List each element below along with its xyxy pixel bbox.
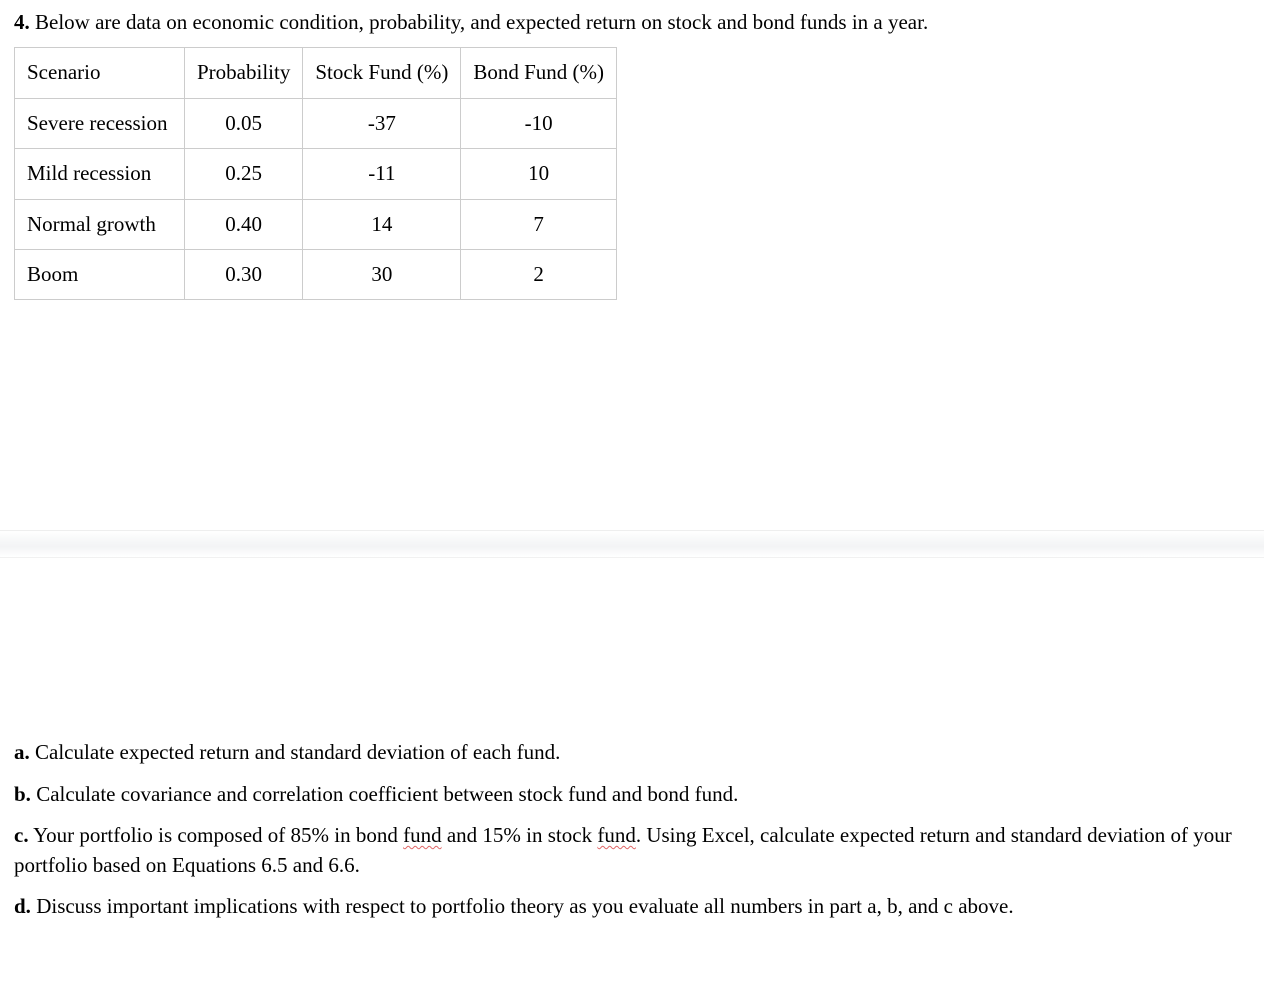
- scenario-table: Scenario Probability Stock Fund (%) Bond…: [14, 47, 617, 300]
- cell-bond: 7: [461, 199, 617, 249]
- spacer: [14, 558, 1250, 738]
- question-a: a. Calculate expected return and standar…: [14, 738, 1250, 767]
- question-intro: 4. Below are data on economic condition,…: [14, 8, 1250, 37]
- cell-scenario: Severe recession: [15, 98, 185, 148]
- header-stock-fund: Stock Fund (%): [303, 48, 461, 98]
- cell-bond: -10: [461, 98, 617, 148]
- question-text-segment: Your portfolio is composed of 85% in bon…: [33, 823, 403, 847]
- question-c: c. Your portfolio is composed of 85% in …: [14, 821, 1250, 880]
- cell-prob: 0.05: [185, 98, 303, 148]
- table-row: Severe recession 0.05 -37 -10: [15, 98, 617, 148]
- cell-prob: 0.40: [185, 199, 303, 249]
- sub-questions: a. Calculate expected return and standar…: [14, 738, 1250, 921]
- spellcheck-underline: fund: [403, 823, 442, 847]
- question-label: a.: [14, 740, 30, 764]
- cell-scenario: Mild recession: [15, 149, 185, 199]
- table-row: Normal growth 0.40 14 7: [15, 199, 617, 249]
- cell-bond: 2: [461, 249, 617, 299]
- question-text-segment: and 15% in stock: [442, 823, 598, 847]
- header-scenario: Scenario: [15, 48, 185, 98]
- question-d: d. Discuss important implications with r…: [14, 892, 1250, 921]
- cell-stock: -37: [303, 98, 461, 148]
- cell-stock: -11: [303, 149, 461, 199]
- question-text: Calculate expected return and standard d…: [35, 740, 560, 764]
- question-label: b.: [14, 782, 31, 806]
- cell-stock: 30: [303, 249, 461, 299]
- cell-bond: 10: [461, 149, 617, 199]
- question-label: d.: [14, 894, 31, 918]
- question-label: c.: [14, 823, 29, 847]
- cell-scenario: Normal growth: [15, 199, 185, 249]
- header-probability: Probability: [185, 48, 303, 98]
- cell-stock: 14: [303, 199, 461, 249]
- question-b: b. Calculate covariance and correlation …: [14, 780, 1250, 809]
- question-intro-text: Below are data on economic condition, pr…: [35, 10, 928, 34]
- question-text: Discuss important implications with resp…: [36, 894, 1013, 918]
- table-row: Mild recession 0.25 -11 10: [15, 149, 617, 199]
- spacer: [14, 320, 1250, 530]
- table-header-row: Scenario Probability Stock Fund (%) Bond…: [15, 48, 617, 98]
- cell-prob: 0.30: [185, 249, 303, 299]
- question-text: Calculate covariance and correlation coe…: [36, 782, 738, 806]
- cell-prob: 0.25: [185, 149, 303, 199]
- question-number: 4.: [14, 10, 30, 34]
- section-divider: [0, 530, 1264, 558]
- spellcheck-underline: fund: [597, 823, 636, 847]
- cell-scenario: Boom: [15, 249, 185, 299]
- header-bond-fund: Bond Fund (%): [461, 48, 617, 98]
- table-row: Boom 0.30 30 2: [15, 249, 617, 299]
